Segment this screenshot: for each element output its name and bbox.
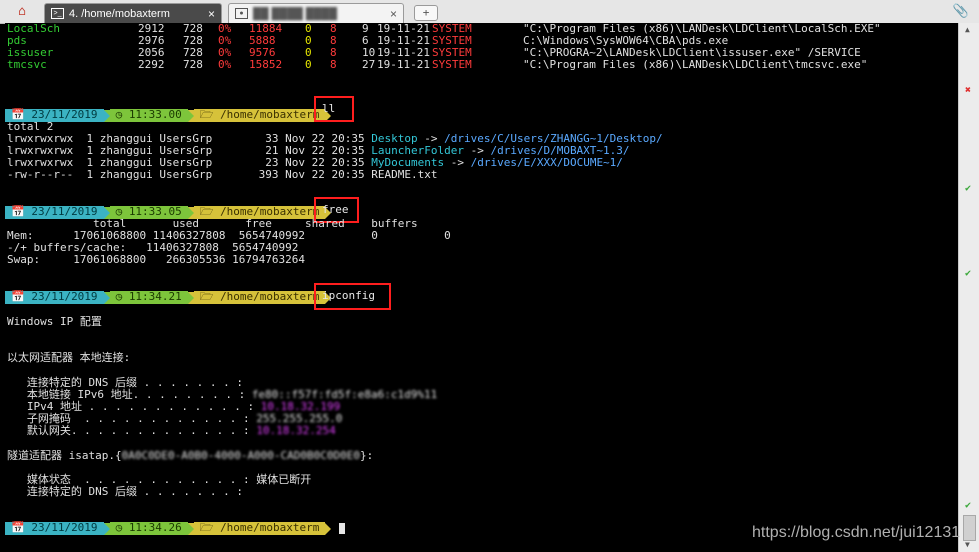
ll-row-arrow: -> xyxy=(444,156,471,169)
scroll-up-icon[interactable]: ▲ xyxy=(965,25,970,34)
ipconfig-tunnel: 隧道适配器 isatap.{0A0C0DE0-A0B0-4000-A000-CA… xyxy=(7,449,374,462)
tunnel-guid-blurred: 0A0C0DE0-A0B0-4000-A000-CAD0B0C0D0E0 xyxy=(121,449,361,462)
error-mark-icon: ✖ xyxy=(965,85,972,96)
prompt-time: ◷ 11:34.26 xyxy=(109,522,188,535)
success-mark-icon: ✔ xyxy=(965,500,972,511)
prompt-time: ◷ 11:33.00 xyxy=(109,109,188,122)
tab-close-icon[interactable]: × xyxy=(208,7,215,21)
success-mark-icon: ✔ xyxy=(965,183,972,194)
command-highlight-ll: ll xyxy=(314,96,354,122)
ll-row-target: /drives/E/XXX/DOCUME~1/ xyxy=(470,156,623,169)
tab-label: 4. /home/mobaxterm xyxy=(69,7,170,20)
ipconfig-gateway: 默认网关. . . . . . . . . . . . . : 10.18.32… xyxy=(7,424,336,437)
process-cell-ppid: 728 xyxy=(183,58,203,71)
session-icon: ● xyxy=(235,8,248,19)
gateway-value-blurred: 10.18.32.254 xyxy=(256,424,336,437)
ipconfig-adapter: 以太网适配器 本地连接: xyxy=(7,351,131,364)
process-cell-path: "C:\Program Files (x86)\LANDesk\LDClient… xyxy=(523,58,868,71)
prompt-date: 📅 23/11/2019 xyxy=(5,522,104,535)
watermark-url: https://blog.csdn.net/jui12131 xyxy=(752,524,961,541)
prompt-time: ◷ 11:34.21 xyxy=(109,291,188,304)
ipconfig-title: Windows IP 配置 xyxy=(7,315,102,328)
right-gutter: ▲ ✖ ✔ ✔ ✔ ▼ xyxy=(958,23,979,552)
process-cell-cpu: 0% xyxy=(218,58,232,71)
process-cell-user: SYSTEM xyxy=(432,58,472,71)
scrollbar-thumb[interactable] xyxy=(963,515,976,541)
prompt-dir: 🗁 /home/mobaxterm xyxy=(193,291,326,304)
success-mark-icon: ✔ xyxy=(965,268,972,279)
tab-label-blurred: ██ ████ ████ xyxy=(253,7,338,20)
ll-row: -rw-r--r-- 1 zhanggui UsersGrp 393 Nov 2… xyxy=(7,168,438,181)
process-cell-b: 8 xyxy=(330,58,337,71)
process-cell-a: 0 xyxy=(305,58,312,71)
terminal-area[interactable]: LocalSch pds issuser tmcsvc 2912 728 0% 118… xyxy=(5,23,958,552)
ipconfig-dns-suffix-2: 连接特定的 DNS 后缀 . . . . . . . : xyxy=(7,485,243,498)
command-highlight-ipconfig: ipconfig xyxy=(314,283,391,310)
new-tab-button[interactable]: + xyxy=(414,5,438,21)
prompt-line: 📅 23/11/2019 ◷ 11:34.26 🗁 /home/mobaxter… xyxy=(5,522,346,535)
text-cursor xyxy=(339,523,346,534)
home-icon[interactable]: ⌂ xyxy=(8,3,36,20)
terminal-icon: >_ xyxy=(51,8,64,19)
prompt-date: 📅 23/11/2019 xyxy=(5,291,104,304)
scroll-down-icon[interactable]: ▼ xyxy=(965,540,970,549)
prompt-line: 📅 23/11/2019 ◷ 11:33.00 🗁 /home/mobaxter… xyxy=(5,109,332,122)
prompt-dir: 🗁 /home/mobaxterm xyxy=(193,522,326,535)
tab-bar: ⌂ >_ 4. /home/mobaxterm × ● ██ ████ ████… xyxy=(0,0,979,24)
tab-second[interactable]: ● ██ ████ ████ × xyxy=(228,3,404,23)
paperclip-icon[interactable]: 📎 xyxy=(953,4,969,19)
tab-terminal-4[interactable]: >_ 4. /home/mobaxterm × xyxy=(44,3,222,23)
process-cell-mem: 15852 xyxy=(249,58,283,71)
prompt-line: 📅 23/11/2019 ◷ 11:34.21 🗁 /home/mobaxter… xyxy=(5,291,332,304)
process-cell-pid: 2292 xyxy=(138,58,165,71)
ll-row-meta: -rw-r--r-- 1 zhanggui UsersGrp 393 Nov 2… xyxy=(7,168,372,181)
free-swap: Swap: 17061068800 266305536 16794763264 xyxy=(7,253,306,266)
tab-close-icon[interactable]: × xyxy=(390,7,397,21)
prompt-dir: 🗁 /home/mobaxterm xyxy=(193,109,326,122)
ll-row-name: README.txt xyxy=(371,168,438,181)
process-cell-date: 19-11-21 xyxy=(377,58,430,71)
process-row: tmcsvc xyxy=(7,58,47,71)
process-cell-c: 27 xyxy=(362,58,376,71)
